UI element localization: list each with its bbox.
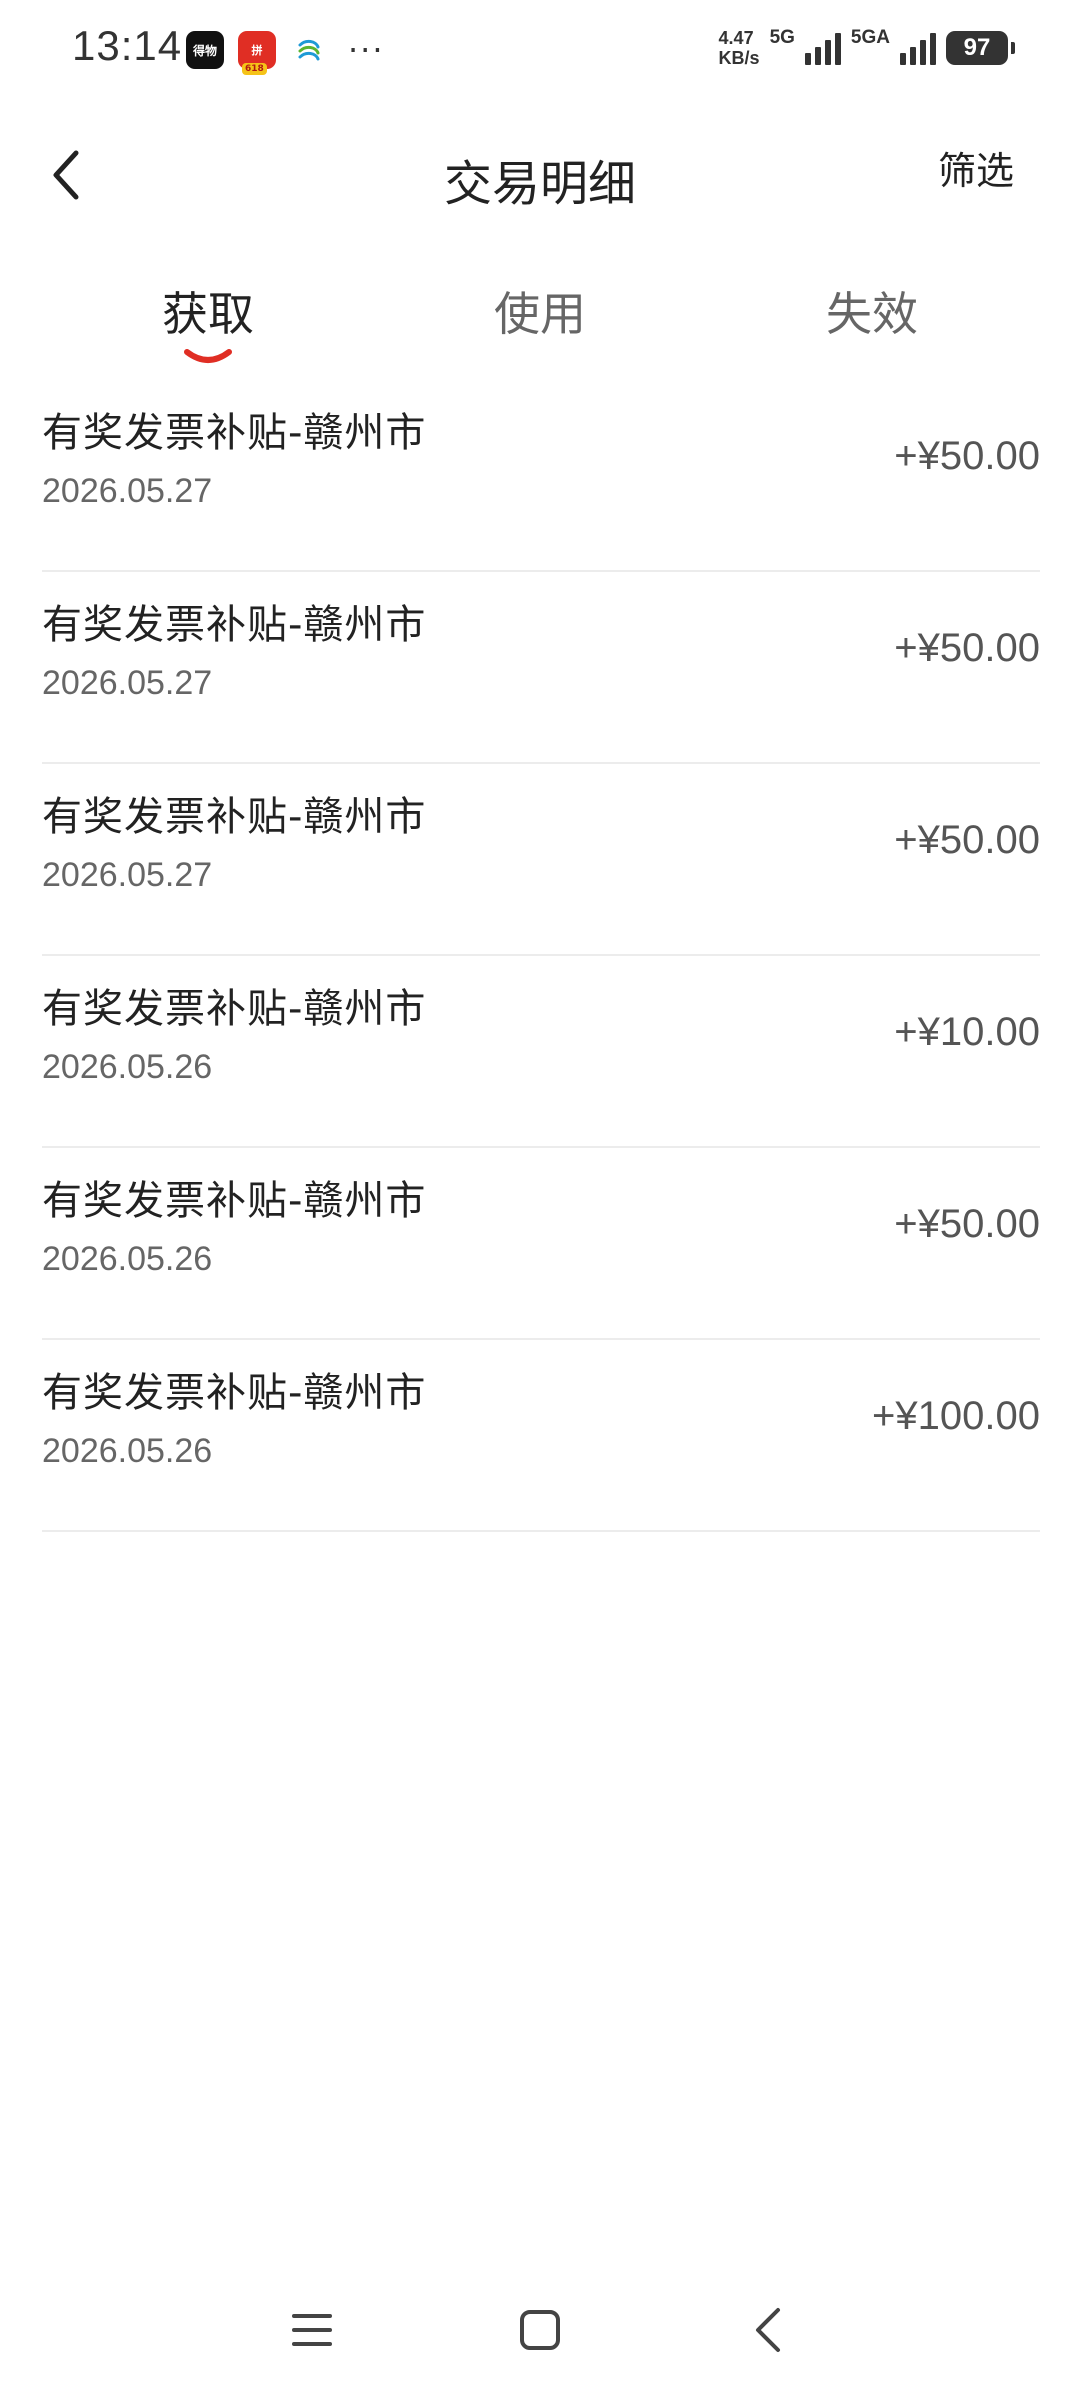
status-bar: 13:14 得物 拼 618 ··· 4.47 KB/s 5G 5GA 97 [0,0,1080,96]
signal-2-icon [900,31,936,65]
transaction-list: 有奖发票补贴-赣州市 2026.05.27 +¥50.00 有奖发票补贴-赣州市… [42,380,1040,1532]
network-speed: 4.47 KB/s [719,28,760,68]
transaction-date: 2026.05.27 [42,472,213,510]
transaction-date: 2026.05.27 [42,856,213,894]
tab-expire[interactable]: 失效 [772,278,972,344]
filter-button[interactable]: 筛选 [938,140,1014,195]
status-time: 13:14 [72,22,183,69]
pinduoduo-618-badge: 618 [242,63,267,75]
header: 交易明细 筛选 [0,120,1080,230]
system-back-button[interactable] [738,2300,798,2360]
network-speed-value: 4.47 [718,28,754,48]
transaction-date: 2026.05.26 [42,1048,213,1086]
transaction-amount: +¥50.00 [894,434,1040,478]
recent-apps-button[interactable] [282,2300,342,2360]
pinduoduo-app-icon-text: 拼 [251,44,263,57]
tab-earn[interactable]: 获取 [108,278,308,344]
transaction-amount: +¥50.00 [894,818,1040,862]
notification-icons: 得物 拼 618 ··· [186,30,385,75]
list-item[interactable]: 有奖发票补贴-赣州市 2026.05.27 +¥50.00 [42,764,1040,956]
transaction-title: 有奖发票补贴-赣州市 [42,986,427,1032]
transaction-title: 有奖发票补贴-赣州市 [42,1370,427,1416]
pinduoduo-app-icon: 拼 618 [238,31,276,75]
transaction-date: 2026.05.26 [42,1432,213,1470]
network-speed-unit: KB/s [718,48,760,68]
battery-level: 97 [963,34,991,61]
network-type-5ga: 5GA [850,27,890,48]
transaction-title: 有奖发票补贴-赣州市 [42,1178,427,1224]
tab-use[interactable]: 使用 [440,278,640,344]
battery-icon: 97 [946,31,1015,65]
china-mobile-icon [290,31,328,69]
transaction-date: 2026.05.27 [42,664,213,702]
status-right: 4.47 KB/s 5G 5GA 97 [719,24,1015,72]
page-title: 交易明细 [443,156,636,212]
transaction-amount: +¥100.00 [872,1394,1040,1438]
more-notifications-icon: ··· [348,31,385,69]
list-item[interactable]: 有奖发票补贴-赣州市 2026.05.26 +¥100.00 [42,1340,1040,1532]
list-item[interactable]: 有奖发票补贴-赣州市 2026.05.26 +¥10.00 [42,956,1040,1148]
dewu-app-icon: 得物 [186,31,224,69]
home-button[interactable] [510,2300,570,2360]
transaction-date: 2026.05.26 [42,1240,213,1278]
menu-icon [292,2314,332,2346]
signal-1-icon [804,31,841,65]
network-type-5g: 5G [769,27,795,48]
tab-bar: 获取 使用 失效 [0,268,1080,378]
transaction-title: 有奖发票补贴-赣州市 [42,410,427,456]
list-item[interactable]: 有奖发票补贴-赣州市 2026.05.26 +¥50.00 [42,1148,1040,1340]
list-item[interactable]: 有奖发票补贴-赣州市 2026.05.27 +¥50.00 [42,572,1040,764]
active-tab-indicator [184,349,232,363]
transaction-amount: +¥50.00 [894,626,1040,670]
transaction-amount: +¥10.00 [894,1010,1040,1054]
list-item[interactable]: 有奖发票补贴-赣州市 2026.05.27 +¥50.00 [42,380,1040,572]
transaction-amount: +¥50.00 [894,1202,1040,1246]
transaction-title: 有奖发票补贴-赣州市 [42,602,427,648]
back-triangle-icon [756,2308,780,2352]
home-square-icon [520,2310,560,2350]
transaction-title: 有奖发票补贴-赣州市 [42,794,427,840]
system-nav-bar [0,2290,1080,2370]
